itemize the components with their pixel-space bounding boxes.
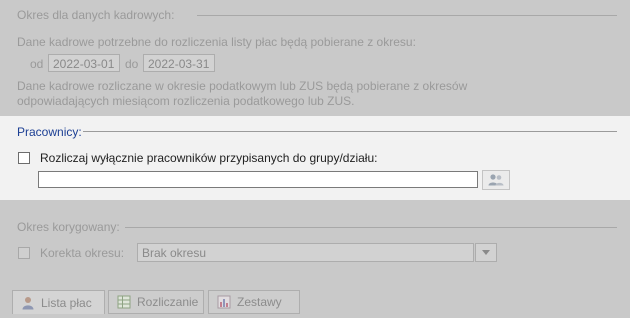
period-section-title: Okres dla danych kadrowych:: [17, 8, 175, 22]
correction-period-select[interactable]: Brak okresu: [137, 243, 474, 262]
correction-section-title: Okres korygowany:: [17, 220, 120, 234]
from-label: od: [30, 57, 44, 71]
period-note-line1: Dane kadrowe rozliczane w okresie podatk…: [17, 79, 468, 93]
people-icon: [488, 174, 504, 186]
group-input[interactable]: [38, 171, 478, 188]
to-date-field[interactable]: 2022-03-31: [143, 54, 215, 72]
chevron-down-icon: [482, 250, 490, 255]
from-date-field[interactable]: 2022-03-01: [48, 54, 120, 72]
tab-rozliczanie-label: Rozliczanie: [137, 295, 199, 309]
tab-zestawy-label: Zestawy: [237, 295, 282, 309]
group-only-checkbox[interactable]: [18, 152, 30, 164]
tab-lista-plac[interactable]: Lista płac: [12, 290, 105, 314]
to-label: do: [125, 57, 139, 71]
person-icon: [22, 296, 34, 309]
period-info-text: Dane kadrowe potrzebne do rozliczenia li…: [17, 35, 416, 49]
report-icon: [217, 295, 231, 309]
correction-label: Korekta okresu:: [40, 246, 125, 260]
period-note-line2: odpowiadających miesiącom rozliczenia po…: [17, 94, 355, 108]
table-icon: [117, 295, 131, 309]
select-group-button[interactable]: [482, 170, 510, 190]
group-only-label: Rozliczaj wyłącznie pracowników przypisa…: [40, 151, 378, 165]
correction-dropdown-button[interactable]: [475, 243, 497, 262]
correction-section-divider: [125, 227, 617, 228]
period-section-divider: [197, 15, 617, 16]
employees-section-title: Pracownicy:: [17, 125, 82, 139]
correction-checkbox[interactable]: [18, 247, 30, 259]
tab-rozliczanie[interactable]: Rozliczanie: [108, 290, 204, 314]
employees-section-divider: [83, 131, 617, 132]
tab-lista-plac-label: Lista płac: [41, 295, 92, 310]
tab-zestawy[interactable]: Zestawy: [208, 290, 300, 314]
